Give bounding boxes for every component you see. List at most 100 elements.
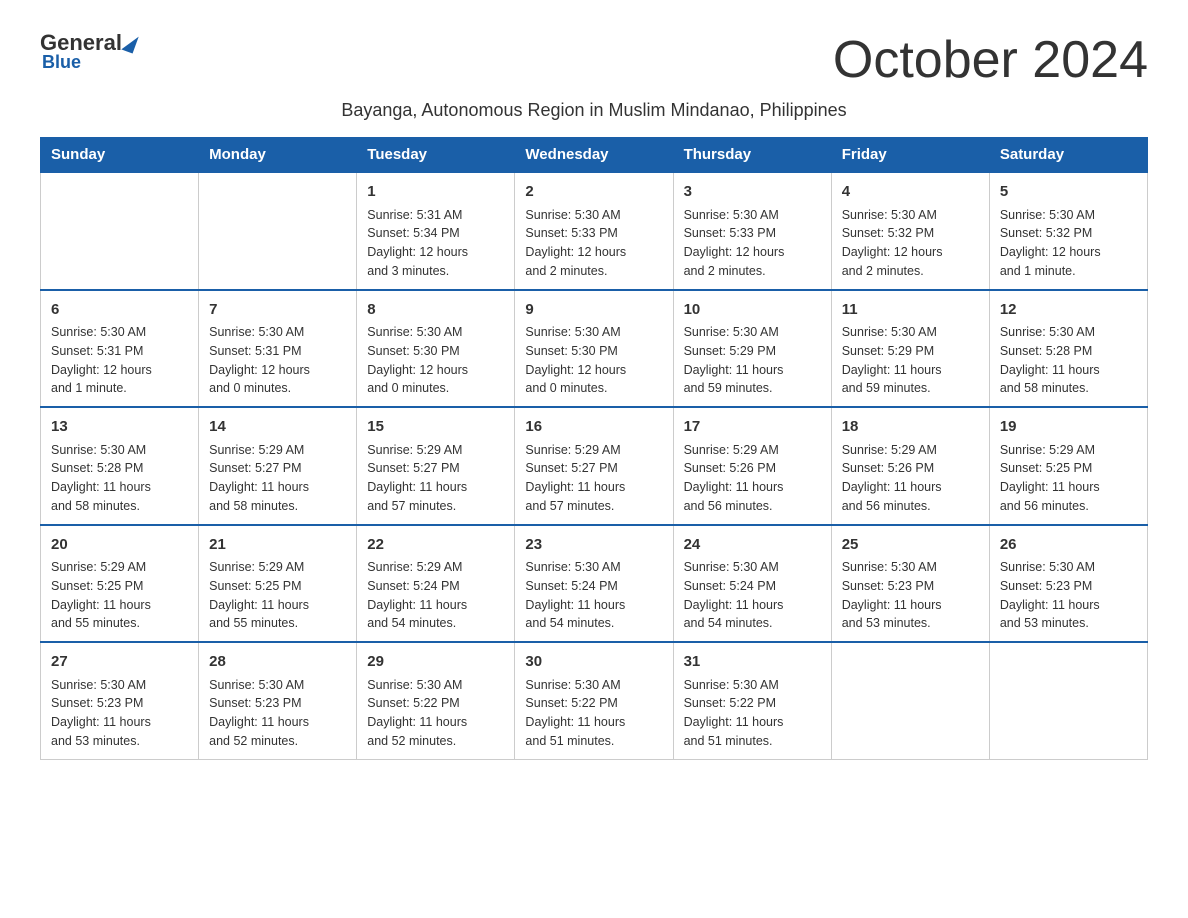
day-number: 6 (51, 299, 188, 322)
calendar-cell: 4Sunrise: 5:30 AM Sunset: 5:32 PM Daylig… (831, 172, 989, 290)
calendar-cell: 28Sunrise: 5:30 AM Sunset: 5:23 PM Dayli… (199, 642, 357, 759)
header: General Blue October 2024 (40, 30, 1148, 90)
day-info: Sunrise: 5:30 AM Sunset: 5:28 PM Dayligh… (51, 441, 188, 516)
day-info: Sunrise: 5:30 AM Sunset: 5:24 PM Dayligh… (684, 558, 821, 633)
day-number: 16 (525, 416, 662, 439)
day-info: Sunrise: 5:29 AM Sunset: 5:27 PM Dayligh… (209, 441, 346, 516)
day-info: Sunrise: 5:29 AM Sunset: 5:26 PM Dayligh… (842, 441, 979, 516)
calendar-cell: 27Sunrise: 5:30 AM Sunset: 5:23 PM Dayli… (41, 642, 199, 759)
calendar-cell (831, 642, 989, 759)
calendar-cell: 26Sunrise: 5:30 AM Sunset: 5:23 PM Dayli… (989, 525, 1147, 643)
day-info: Sunrise: 5:30 AM Sunset: 5:24 PM Dayligh… (525, 558, 662, 633)
header-day-saturday: Saturday (989, 138, 1147, 173)
logo-blue-text: Blue (42, 52, 81, 73)
header-day-tuesday: Tuesday (357, 138, 515, 173)
calendar-cell: 25Sunrise: 5:30 AM Sunset: 5:23 PM Dayli… (831, 525, 989, 643)
header-day-thursday: Thursday (673, 138, 831, 173)
calendar-cell (199, 172, 357, 290)
day-info: Sunrise: 5:30 AM Sunset: 5:23 PM Dayligh… (1000, 558, 1137, 633)
day-number: 8 (367, 299, 504, 322)
calendar-cell: 9Sunrise: 5:30 AM Sunset: 5:30 PM Daylig… (515, 290, 673, 408)
day-number: 12 (1000, 299, 1137, 322)
day-info: Sunrise: 5:29 AM Sunset: 5:25 PM Dayligh… (209, 558, 346, 633)
calendar-cell: 20Sunrise: 5:29 AM Sunset: 5:25 PM Dayli… (41, 525, 199, 643)
day-number: 11 (842, 299, 979, 322)
day-number: 5 (1000, 181, 1137, 204)
day-info: Sunrise: 5:30 AM Sunset: 5:22 PM Dayligh… (367, 676, 504, 751)
calendar-week-row: 13Sunrise: 5:30 AM Sunset: 5:28 PM Dayli… (41, 407, 1148, 525)
day-number: 7 (209, 299, 346, 322)
day-info: Sunrise: 5:30 AM Sunset: 5:22 PM Dayligh… (684, 676, 821, 751)
calendar-week-row: 20Sunrise: 5:29 AM Sunset: 5:25 PM Dayli… (41, 525, 1148, 643)
day-number: 24 (684, 534, 821, 557)
day-info: Sunrise: 5:30 AM Sunset: 5:32 PM Dayligh… (842, 206, 979, 281)
calendar-cell: 19Sunrise: 5:29 AM Sunset: 5:25 PM Dayli… (989, 407, 1147, 525)
calendar-cell: 8Sunrise: 5:30 AM Sunset: 5:30 PM Daylig… (357, 290, 515, 408)
calendar-cell: 17Sunrise: 5:29 AM Sunset: 5:26 PM Dayli… (673, 407, 831, 525)
day-info: Sunrise: 5:29 AM Sunset: 5:27 PM Dayligh… (525, 441, 662, 516)
calendar-cell: 13Sunrise: 5:30 AM Sunset: 5:28 PM Dayli… (41, 407, 199, 525)
calendar-cell: 3Sunrise: 5:30 AM Sunset: 5:33 PM Daylig… (673, 172, 831, 290)
day-info: Sunrise: 5:30 AM Sunset: 5:33 PM Dayligh… (684, 206, 821, 281)
calendar-cell: 23Sunrise: 5:30 AM Sunset: 5:24 PM Dayli… (515, 525, 673, 643)
day-number: 22 (367, 534, 504, 557)
day-number: 27 (51, 651, 188, 674)
day-info: Sunrise: 5:31 AM Sunset: 5:34 PM Dayligh… (367, 206, 504, 281)
day-info: Sunrise: 5:29 AM Sunset: 5:26 PM Dayligh… (684, 441, 821, 516)
header-day-sunday: Sunday (41, 138, 199, 173)
page-title: October 2024 (833, 30, 1148, 90)
day-number: 13 (51, 416, 188, 439)
calendar-header-row: SundayMondayTuesdayWednesdayThursdayFrid… (41, 138, 1148, 173)
day-info: Sunrise: 5:30 AM Sunset: 5:31 PM Dayligh… (209, 323, 346, 398)
day-number: 26 (1000, 534, 1137, 557)
calendar-week-row: 1Sunrise: 5:31 AM Sunset: 5:34 PM Daylig… (41, 172, 1148, 290)
day-number: 3 (684, 181, 821, 204)
day-number: 21 (209, 534, 346, 557)
calendar-cell: 21Sunrise: 5:29 AM Sunset: 5:25 PM Dayli… (199, 525, 357, 643)
day-info: Sunrise: 5:30 AM Sunset: 5:23 PM Dayligh… (209, 676, 346, 751)
day-number: 1 (367, 181, 504, 204)
calendar-cell: 7Sunrise: 5:30 AM Sunset: 5:31 PM Daylig… (199, 290, 357, 408)
day-info: Sunrise: 5:30 AM Sunset: 5:33 PM Dayligh… (525, 206, 662, 281)
calendar-cell: 2Sunrise: 5:30 AM Sunset: 5:33 PM Daylig… (515, 172, 673, 290)
logo: General Blue (40, 30, 136, 73)
header-day-friday: Friday (831, 138, 989, 173)
calendar-cell: 16Sunrise: 5:29 AM Sunset: 5:27 PM Dayli… (515, 407, 673, 525)
calendar-cell: 24Sunrise: 5:30 AM Sunset: 5:24 PM Dayli… (673, 525, 831, 643)
calendar-cell: 30Sunrise: 5:30 AM Sunset: 5:22 PM Dayli… (515, 642, 673, 759)
calendar-cell: 14Sunrise: 5:29 AM Sunset: 5:27 PM Dayli… (199, 407, 357, 525)
day-number: 15 (367, 416, 504, 439)
day-number: 10 (684, 299, 821, 322)
day-info: Sunrise: 5:30 AM Sunset: 5:31 PM Dayligh… (51, 323, 188, 398)
day-info: Sunrise: 5:29 AM Sunset: 5:24 PM Dayligh… (367, 558, 504, 633)
day-info: Sunrise: 5:30 AM Sunset: 5:30 PM Dayligh… (367, 323, 504, 398)
calendar: SundayMondayTuesdayWednesdayThursdayFrid… (40, 137, 1148, 760)
day-info: Sunrise: 5:30 AM Sunset: 5:32 PM Dayligh… (1000, 206, 1137, 281)
header-day-wednesday: Wednesday (515, 138, 673, 173)
day-number: 29 (367, 651, 504, 674)
day-number: 14 (209, 416, 346, 439)
day-info: Sunrise: 5:29 AM Sunset: 5:27 PM Dayligh… (367, 441, 504, 516)
day-number: 18 (842, 416, 979, 439)
calendar-week-row: 6Sunrise: 5:30 AM Sunset: 5:31 PM Daylig… (41, 290, 1148, 408)
calendar-cell: 22Sunrise: 5:29 AM Sunset: 5:24 PM Dayli… (357, 525, 515, 643)
day-info: Sunrise: 5:29 AM Sunset: 5:25 PM Dayligh… (1000, 441, 1137, 516)
day-info: Sunrise: 5:30 AM Sunset: 5:23 PM Dayligh… (51, 676, 188, 751)
subtitle: Bayanga, Autonomous Region in Muslim Min… (40, 100, 1148, 121)
day-info: Sunrise: 5:30 AM Sunset: 5:22 PM Dayligh… (525, 676, 662, 751)
day-info: Sunrise: 5:30 AM Sunset: 5:28 PM Dayligh… (1000, 323, 1137, 398)
calendar-cell (41, 172, 199, 290)
calendar-cell: 15Sunrise: 5:29 AM Sunset: 5:27 PM Dayli… (357, 407, 515, 525)
calendar-cell: 6Sunrise: 5:30 AM Sunset: 5:31 PM Daylig… (41, 290, 199, 408)
logo-triangle-icon (121, 32, 138, 53)
day-number: 2 (525, 181, 662, 204)
day-number: 25 (842, 534, 979, 557)
day-number: 28 (209, 651, 346, 674)
calendar-cell: 18Sunrise: 5:29 AM Sunset: 5:26 PM Dayli… (831, 407, 989, 525)
day-info: Sunrise: 5:30 AM Sunset: 5:29 PM Dayligh… (684, 323, 821, 398)
calendar-cell (989, 642, 1147, 759)
day-number: 23 (525, 534, 662, 557)
day-number: 19 (1000, 416, 1137, 439)
day-info: Sunrise: 5:30 AM Sunset: 5:29 PM Dayligh… (842, 323, 979, 398)
calendar-cell: 31Sunrise: 5:30 AM Sunset: 5:22 PM Dayli… (673, 642, 831, 759)
